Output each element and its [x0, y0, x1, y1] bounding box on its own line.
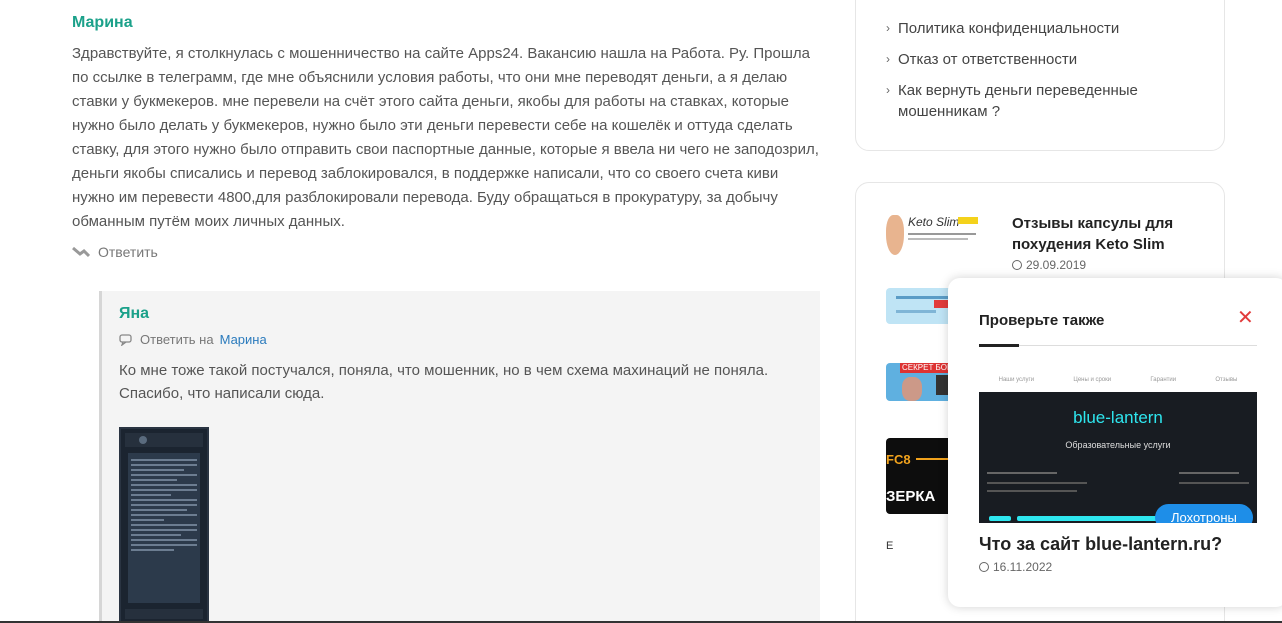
reply-to-link[interactable]: Марина: [220, 332, 267, 347]
reply-arrow-icon: [72, 246, 90, 258]
related-popup: Проверьте также ✕ Наши услуги Цены и срок…: [948, 278, 1282, 607]
post-title-partial: E: [886, 540, 894, 552]
related-post-date: 16.11.2022: [979, 560, 1052, 574]
menu-item-label: Политика конфиденциальности: [898, 20, 1120, 37]
menu-item-privacy[interactable]: › Политика конфиденциальности: [886, 18, 1119, 39]
page: Марина Здравствуйте, я столкнулась с мош…: [0, 0, 1282, 623]
clock-icon: [1012, 260, 1022, 270]
post-thumbnail[interactable]: Keto Slim: [886, 213, 978, 275]
comment-bubble-icon: [119, 333, 132, 346]
comment: Марина Здравствуйте, я столкнулась с мош…: [72, 14, 822, 260]
post-date: 29.09.2019: [1012, 258, 1086, 272]
brand-text: blue-lantern: [1073, 408, 1163, 427]
hero-subtitle: Образовательные услуги: [1065, 440, 1171, 450]
reply-to-line: Ответить на Марина: [119, 332, 820, 347]
menu-item-label: Отказ от ответственности: [898, 51, 1078, 68]
image-hero: blue-lantern Образовательные услуги Лохо…: [979, 392, 1257, 523]
comment-text: Здравствуйте, я столкнулась с мошенничес…: [72, 45, 819, 230]
comment-text: Ко мне тоже такой постучался, поняла, чт…: [119, 362, 769, 402]
divider: [979, 345, 1257, 346]
popup-title: Проверьте также: [979, 312, 1105, 329]
chevron-right-icon: ›: [886, 21, 890, 35]
comment-author: Яна: [119, 305, 150, 322]
clock-icon: [979, 562, 989, 572]
screenshot-image[interactable]: [119, 427, 209, 623]
menu-item-refund[interactable]: › Как вернуть деньги переведенные мошенн…: [886, 80, 1166, 122]
category-badge[interactable]: Лохотроны: [1155, 504, 1253, 523]
reply-to-label: Ответить на: [140, 332, 214, 347]
close-icon[interactable]: ✕: [1237, 308, 1254, 328]
chat-message: [128, 453, 200, 603]
menu-item-label: Как вернуть деньги переведенные мошенник…: [898, 82, 1138, 120]
menu-item-disclaimer[interactable]: › Отказ от ответственности: [886, 49, 1077, 70]
related-post-image[interactable]: Наши услуги Цены и сроки Гарантии Отзывы bl…: [979, 368, 1257, 523]
chat-header: [125, 433, 203, 447]
reply-label: Ответить: [98, 244, 158, 260]
sidebar-menu: › Политика конфиденциальности › Отказ от…: [855, 0, 1225, 151]
chat-input: [125, 609, 203, 619]
comment-author: Марина: [72, 14, 133, 31]
chevron-right-icon: ›: [886, 52, 890, 66]
related-post-title[interactable]: Что за сайт blue-lantern.ru?: [979, 534, 1222, 555]
post-title[interactable]: Отзывы капсулы для похудения Keto Slim: [1012, 213, 1202, 255]
image-nav: Наши услуги Цены и сроки Гарантии Отзывы: [979, 368, 1257, 392]
divider-accent: [979, 344, 1019, 347]
chevron-right-icon: ›: [886, 83, 890, 97]
child-comment: Яна Ответить на Марина Ко мне тоже такой…: [99, 291, 820, 623]
reply-button[interactable]: Ответить: [72, 244, 822, 260]
